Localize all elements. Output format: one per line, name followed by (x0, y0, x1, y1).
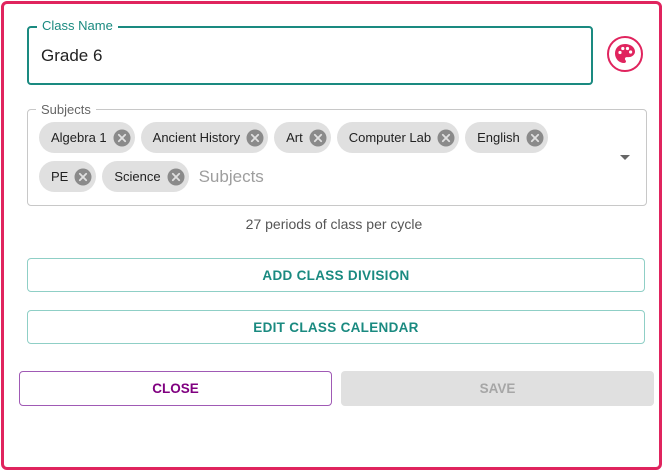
add-class-division-button[interactable]: ADD CLASS DIVISION (27, 258, 645, 292)
chip-label: PE (51, 169, 69, 184)
class-name-input[interactable]: Grade 6 (41, 46, 102, 66)
color-picker-button[interactable] (607, 36, 643, 72)
chip-label: Science (114, 169, 161, 184)
chip-label: English (477, 130, 520, 145)
chip-label: Art (286, 130, 303, 145)
chip-delete-icon[interactable] (74, 168, 92, 186)
subjects-select[interactable]: Subjects Algebra 1 Ancient History Art C… (27, 102, 647, 206)
save-button[interactable]: SAVE (341, 371, 654, 406)
subject-chip: Science (102, 161, 189, 192)
class-name-field[interactable]: Class Name Grade 6 (27, 18, 593, 85)
chip-label: Algebra 1 (51, 130, 107, 145)
chip-label: Ancient History (152, 130, 241, 145)
periods-per-cycle: 27 periods of class per cycle (245, 216, 423, 232)
subjects-input[interactable]: Subjects (199, 167, 264, 187)
chip-delete-icon[interactable] (309, 129, 327, 147)
subjects-label: Subjects (36, 102, 96, 117)
subject-chip: Ancient History (140, 122, 269, 153)
subject-chip: Computer Lab (336, 122, 460, 153)
edit-class-calendar-button[interactable]: EDIT CLASS CALENDAR (27, 310, 645, 344)
subject-chips: Algebra 1 Ancient History Art Computer L… (39, 122, 609, 192)
chip-delete-icon[interactable] (113, 129, 131, 147)
palette-icon (607, 36, 643, 72)
subject-chip: English (465, 122, 548, 153)
subject-chip: PE (39, 161, 97, 192)
dropdown-arrow-icon[interactable] (620, 155, 630, 160)
chip-delete-icon[interactable] (246, 129, 264, 147)
subject-chip: Art (274, 122, 331, 153)
subject-chip: Algebra 1 (39, 122, 135, 153)
chip-delete-icon[interactable] (437, 129, 455, 147)
close-button[interactable]: CLOSE (19, 371, 332, 406)
chip-label: Computer Lab (348, 130, 432, 145)
chip-delete-icon[interactable] (526, 129, 544, 147)
dialog-frame: Class Name Grade 6 Subjects Algebra 1 An… (1, 1, 662, 470)
chip-delete-icon[interactable] (167, 168, 185, 186)
class-name-label: Class Name (37, 18, 118, 33)
